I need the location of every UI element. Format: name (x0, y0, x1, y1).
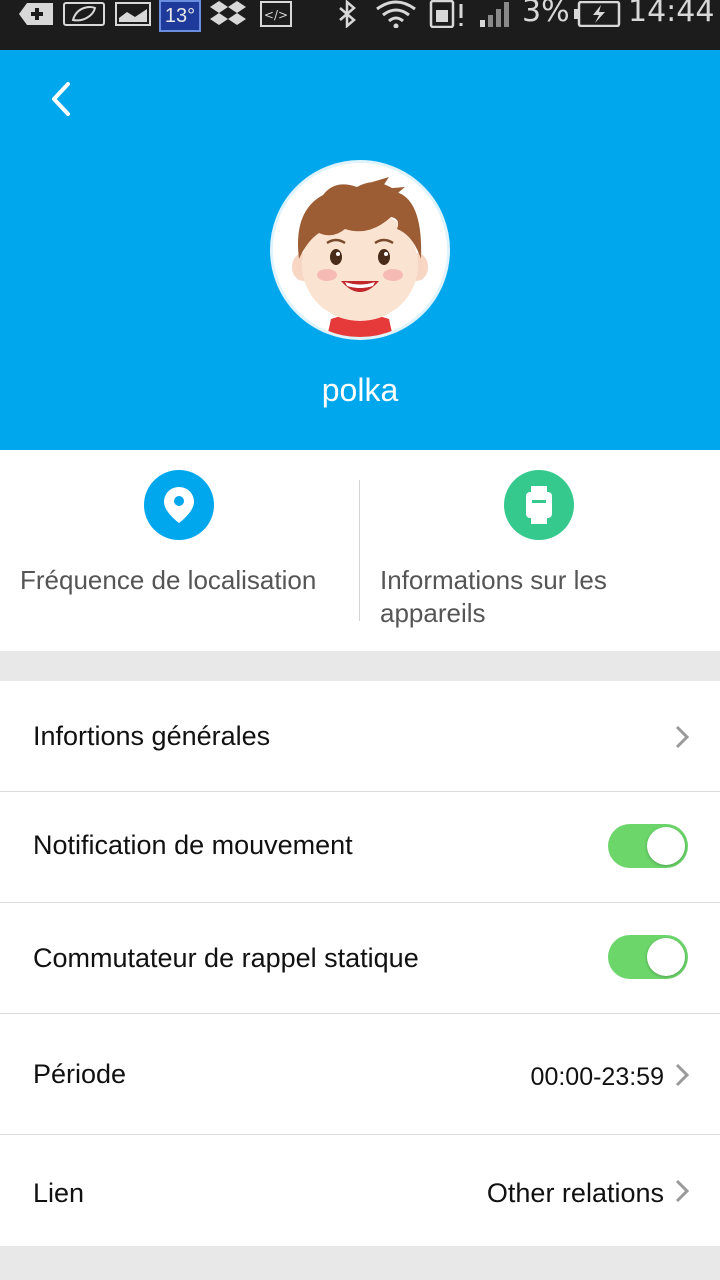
toggle-knob (647, 938, 685, 976)
toggle-knob (647, 827, 685, 865)
battery-charging-icon (572, 0, 622, 28)
add-notification-icon (18, 0, 56, 28)
status-bar: 13° </> 3% 14:44 (0, 0, 720, 50)
location-frequency-button[interactable]: Fréquence de localisation (0, 450, 358, 651)
wifi-icon (374, 0, 418, 28)
leaf-app-icon (62, 0, 106, 28)
chevron-right-icon (675, 1063, 690, 1087)
chevron-right-icon (675, 725, 690, 749)
settings-list: Infortions générales Notification de mou… (0, 681, 720, 1246)
child-name: polka (321, 372, 399, 408)
location-pin-icon (144, 470, 214, 540)
movement-notification-toggle[interactable] (608, 824, 688, 868)
general-info-row[interactable]: Infortions générales (0, 681, 720, 792)
link-label: Lien (33, 1178, 85, 1208)
link-value: Other relations (486, 1178, 664, 1208)
movement-notification-row: Notification de mouvement (0, 792, 720, 903)
watch-icon (504, 470, 574, 540)
general-info-label: Infortions générales (33, 721, 271, 751)
avatar[interactable] (270, 160, 450, 340)
period-value: 00:00-23:59 (530, 1063, 664, 1091)
location-frequency-label: Fréquence de localisation (20, 565, 317, 595)
static-reminder-row: Commutateur de rappel statique (0, 903, 720, 1014)
battery-percent: 3% (522, 0, 570, 29)
static-reminder-toggle[interactable] (608, 935, 688, 979)
movement-notification-label: Notification de mouvement (33, 830, 353, 860)
sim-icon (428, 0, 468, 28)
code-icon: </> (258, 0, 294, 28)
svg-text:</>: </> (264, 8, 288, 22)
clock: 14:44 (628, 0, 715, 29)
period-label: Période (33, 1059, 127, 1089)
dropbox-icon (209, 0, 247, 28)
device-info-button[interactable]: Informations sur les appareils (360, 450, 718, 651)
device-info-label: Informations sur les appareils (380, 565, 607, 628)
back-button[interactable] (40, 74, 90, 124)
static-reminder-label: Commutateur de rappel statique (33, 943, 419, 973)
profile-header: polka (0, 50, 720, 450)
temperature-text: 13° (164, 4, 196, 27)
period-row[interactable]: Période 00:00-23:59 (0, 1014, 720, 1135)
boy-face-icon (292, 177, 428, 337)
signal-icon (476, 0, 516, 28)
bluetooth-icon (334, 0, 360, 28)
link-row[interactable]: Lien Other relations (0, 1135, 720, 1246)
quick-actions: Fréquence de localisation Informations s… (0, 450, 720, 651)
picture-icon (114, 0, 152, 28)
chevron-right-icon (675, 1179, 690, 1203)
chevron-left-icon (52, 82, 70, 116)
weather-icon: 13° (159, 0, 201, 32)
